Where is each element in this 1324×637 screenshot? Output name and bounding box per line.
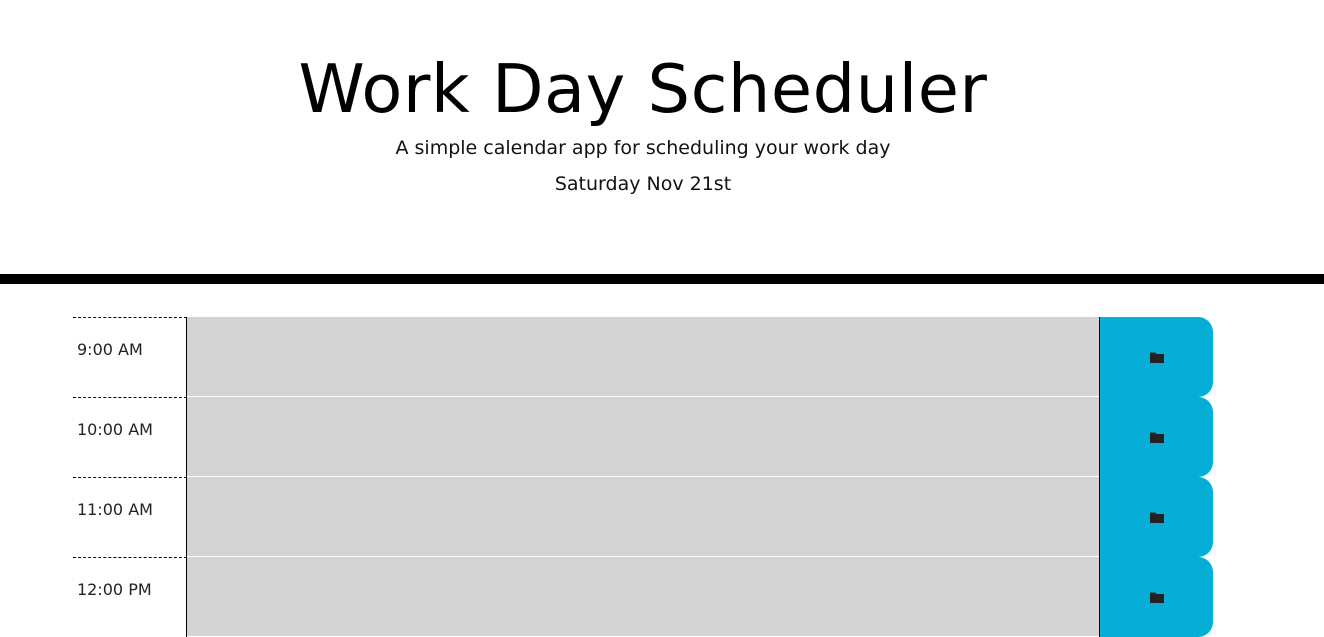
save-button[interactable] (1099, 477, 1213, 557)
description-input[interactable] (187, 557, 1099, 637)
header-divider (0, 274, 1324, 284)
folder-icon (1149, 432, 1164, 443)
hour-label: 11:00 AM (73, 477, 187, 557)
time-block-row: 9:00 AM (73, 317, 1213, 397)
page-title: Work Day Scheduler (298, 50, 988, 128)
hour-label: 12:00 PM (73, 557, 187, 637)
page-subtitle: A simple calendar app for scheduling you… (395, 137, 891, 159)
hour-label: 9:00 AM (73, 317, 187, 397)
description-input[interactable] (187, 397, 1099, 477)
current-day: Saturday Nov 21st (554, 173, 732, 195)
time-block-row: 10:00 AM (73, 397, 1213, 477)
folder-icon (1149, 352, 1164, 363)
time-block-list: 9:00 AM 10:00 AM 11:00 AM 12:00 PM (73, 317, 1213, 637)
time-block-row: 12:00 PM (73, 557, 1213, 637)
folder-icon (1149, 512, 1164, 523)
save-button[interactable] (1099, 317, 1213, 397)
folder-icon (1149, 592, 1164, 603)
hour-label: 10:00 AM (73, 397, 187, 477)
description-input[interactable] (187, 477, 1099, 557)
header: Work Day Scheduler A simple calendar app… (0, 0, 1324, 274)
time-block-row: 11:00 AM (73, 477, 1213, 557)
description-input[interactable] (187, 317, 1099, 397)
save-button[interactable] (1099, 557, 1213, 637)
save-button[interactable] (1099, 397, 1213, 477)
